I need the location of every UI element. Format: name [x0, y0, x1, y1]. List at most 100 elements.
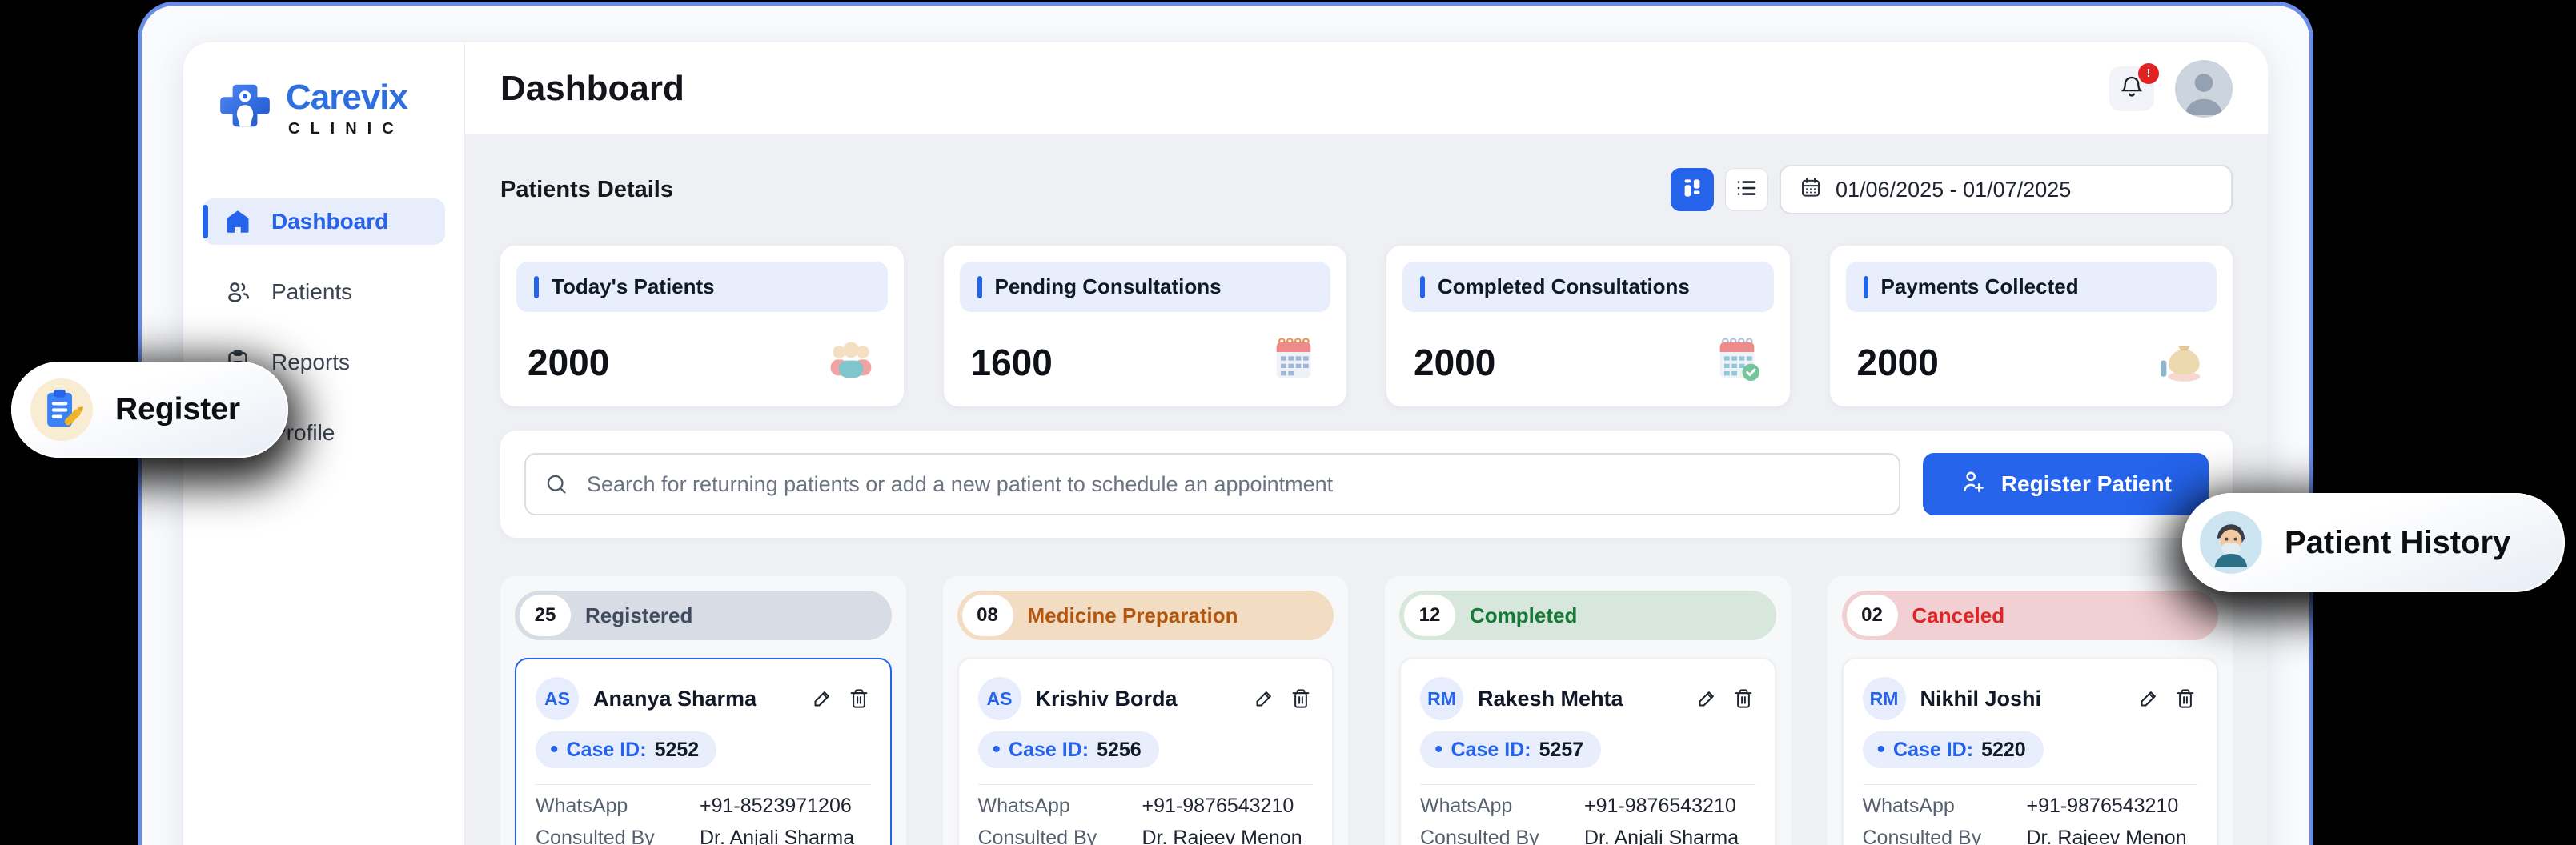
- patient-card[interactable]: RM Nikhil Joshi • Case ID:: [1842, 658, 2219, 845]
- field-label: Consulted By: [1863, 827, 2027, 845]
- field-value: Dr. Anjali Sharma: [700, 827, 854, 845]
- user-avatar[interactable]: [2175, 60, 2233, 118]
- column-label: Completed: [1470, 603, 1577, 628]
- delete-icon[interactable]: [2173, 687, 2197, 711]
- edit-icon[interactable]: [1252, 687, 1276, 711]
- calendar-check-icon: [1711, 333, 1763, 384]
- stat-label: Payments Collected: [1881, 274, 2079, 299]
- money-bag-hand-icon: [2154, 333, 2205, 384]
- list-view-button[interactable]: [1725, 168, 1768, 211]
- field-value: Dr. Rajeev Menon: [1142, 827, 1302, 845]
- patient-card[interactable]: RM Rakesh Mehta • Case ID:: [1399, 658, 1776, 845]
- board-column-canceled: 02 Canceled RM Nikhil Joshi: [1828, 576, 2233, 845]
- patient-card[interactable]: AS Krishiv Borda • Case ID:: [957, 658, 1334, 845]
- patient-history-callout-label: Patient History: [2285, 525, 2510, 561]
- field-value: Dr. Anjali Sharma: [1584, 827, 1739, 845]
- bullet-icon: •: [1877, 742, 1886, 758]
- brand-logo: Carevix CLINIC: [183, 42, 464, 139]
- field-value: Dr. Rajeev Menon: [2027, 827, 2187, 845]
- board-column-completed: 12 Completed RM Rakesh Mehta: [1385, 576, 1791, 845]
- field-value: +91-9876543210: [1142, 795, 1294, 817]
- patient-name: Ananya Sharma: [593, 687, 796, 711]
- clinic-cross-icon: [215, 76, 275, 139]
- notifications-button[interactable]: !: [2109, 66, 2154, 111]
- patient-name: Nikhil Joshi: [1920, 687, 2123, 711]
- column-label: Canceled: [1912, 603, 2005, 628]
- patient-search-input[interactable]: [524, 453, 1900, 515]
- field-label: WhatsApp: [1863, 795, 2027, 817]
- register-callout-badge[interactable]: Register: [11, 362, 288, 458]
- stat-value: 2000: [528, 341, 609, 384]
- sidebar-item-label: Reports: [271, 350, 350, 375]
- search-section: Register Patient: [500, 431, 2233, 538]
- column-label: Registered: [585, 603, 692, 628]
- divider: [1420, 784, 1755, 785]
- register-patient-label: Register Patient: [2001, 471, 2172, 497]
- stat-card-payments-collected: Payments Collected 2000: [1830, 246, 2233, 406]
- patient-initials-avatar: AS: [978, 677, 1021, 720]
- field-label: WhatsApp: [1420, 795, 1584, 817]
- date-range-picker[interactable]: 01/06/2025 - 01/07/2025: [1780, 165, 2233, 214]
- brand-name: Carevix: [286, 78, 407, 118]
- people-group-icon: [825, 333, 877, 384]
- patient-card[interactable]: AS Ananya Sharma • Case ID:: [515, 658, 892, 845]
- case-id-badge: • Case ID: 5256: [978, 731, 1159, 768]
- accent-bar: [534, 276, 539, 298]
- field-value: +91-9876543210: [1584, 795, 1736, 817]
- field-label: Consulted By: [536, 827, 700, 845]
- register-patient-button[interactable]: Register Patient: [1923, 453, 2209, 515]
- dashboard-content: Patients Details: [465, 135, 2268, 845]
- register-callout-label: Register: [115, 392, 240, 427]
- divider: [1863, 784, 2198, 785]
- patient-initials-avatar: RM: [1420, 677, 1463, 720]
- column-header: 08 Medicine Preparation: [957, 591, 1334, 640]
- stat-label: Completed Consultations: [1438, 274, 1690, 299]
- edit-icon[interactable]: [1695, 687, 1719, 711]
- calendar-small-icon: [1799, 175, 1823, 205]
- board-column-registered: 25 Registered AS Ananya Sharma: [500, 576, 906, 845]
- sidebar-item-patients[interactable]: Patients: [203, 269, 445, 315]
- notification-badge: !: [2138, 63, 2159, 84]
- user-plus-icon: [1960, 468, 1987, 501]
- edit-icon[interactable]: [2137, 687, 2161, 711]
- bullet-icon: •: [550, 742, 559, 758]
- divider: [536, 784, 871, 785]
- app-window: Carevix CLINIC Dashboard: [138, 2, 2313, 845]
- case-id-badge: • Case ID: 5252: [536, 731, 716, 768]
- edit-icon[interactable]: [810, 687, 834, 711]
- kanban-icon: [1680, 176, 1704, 204]
- search-box: [524, 453, 1900, 515]
- sidebar-item-label: Dashboard: [271, 209, 388, 234]
- accent-bar: [1420, 276, 1425, 298]
- calendar-icon: [1268, 333, 1319, 384]
- column-count-badge: 12: [1404, 595, 1455, 636]
- column-count-badge: 08: [962, 595, 1013, 636]
- stat-label: Pending Consultations: [995, 274, 1222, 299]
- field-label: Consulted By: [1420, 827, 1584, 845]
- patient-name: Krishiv Borda: [1036, 687, 1238, 711]
- delete-icon[interactable]: [1289, 687, 1313, 711]
- patients-details-row: Patients Details: [500, 164, 2233, 215]
- screenshot-stage: Carevix CLINIC Dashboard: [0, 0, 2576, 845]
- kanban-view-button[interactable]: [1671, 168, 1714, 211]
- field-value: +91-9876543210: [2027, 795, 2179, 817]
- field-label: WhatsApp: [978, 795, 1142, 817]
- patient-history-callout-badge[interactable]: Patient History: [2182, 493, 2565, 592]
- delete-icon[interactable]: [1731, 687, 1755, 711]
- column-header: 25 Registered: [515, 591, 892, 640]
- patient-initials-avatar: RM: [1863, 677, 1906, 720]
- sidebar-item-dashboard[interactable]: Dashboard: [203, 198, 445, 245]
- board-column-medicine-preparation: 08 Medicine Preparation AS Krishiv Borda: [943, 576, 1349, 845]
- column-header: 02 Canceled: [1842, 591, 2219, 640]
- stat-card-completed-consultations: Completed Consultations 2000: [1386, 246, 1790, 406]
- stats-row: Today's Patients 2000 Pending Consultati…: [500, 246, 2233, 406]
- list-icon: [1735, 176, 1759, 204]
- column-header: 12 Completed: [1399, 591, 1776, 640]
- delete-icon[interactable]: [847, 687, 871, 711]
- stat-card-pending-consultations: Pending Consultations 1600: [944, 246, 1347, 406]
- field-value: +91-8523971206: [700, 795, 852, 817]
- patients-icon: [223, 278, 252, 306]
- stat-value: 2000: [1414, 341, 1495, 384]
- stat-value: 1600: [971, 341, 1053, 384]
- patient-name: Rakesh Mehta: [1478, 687, 1680, 711]
